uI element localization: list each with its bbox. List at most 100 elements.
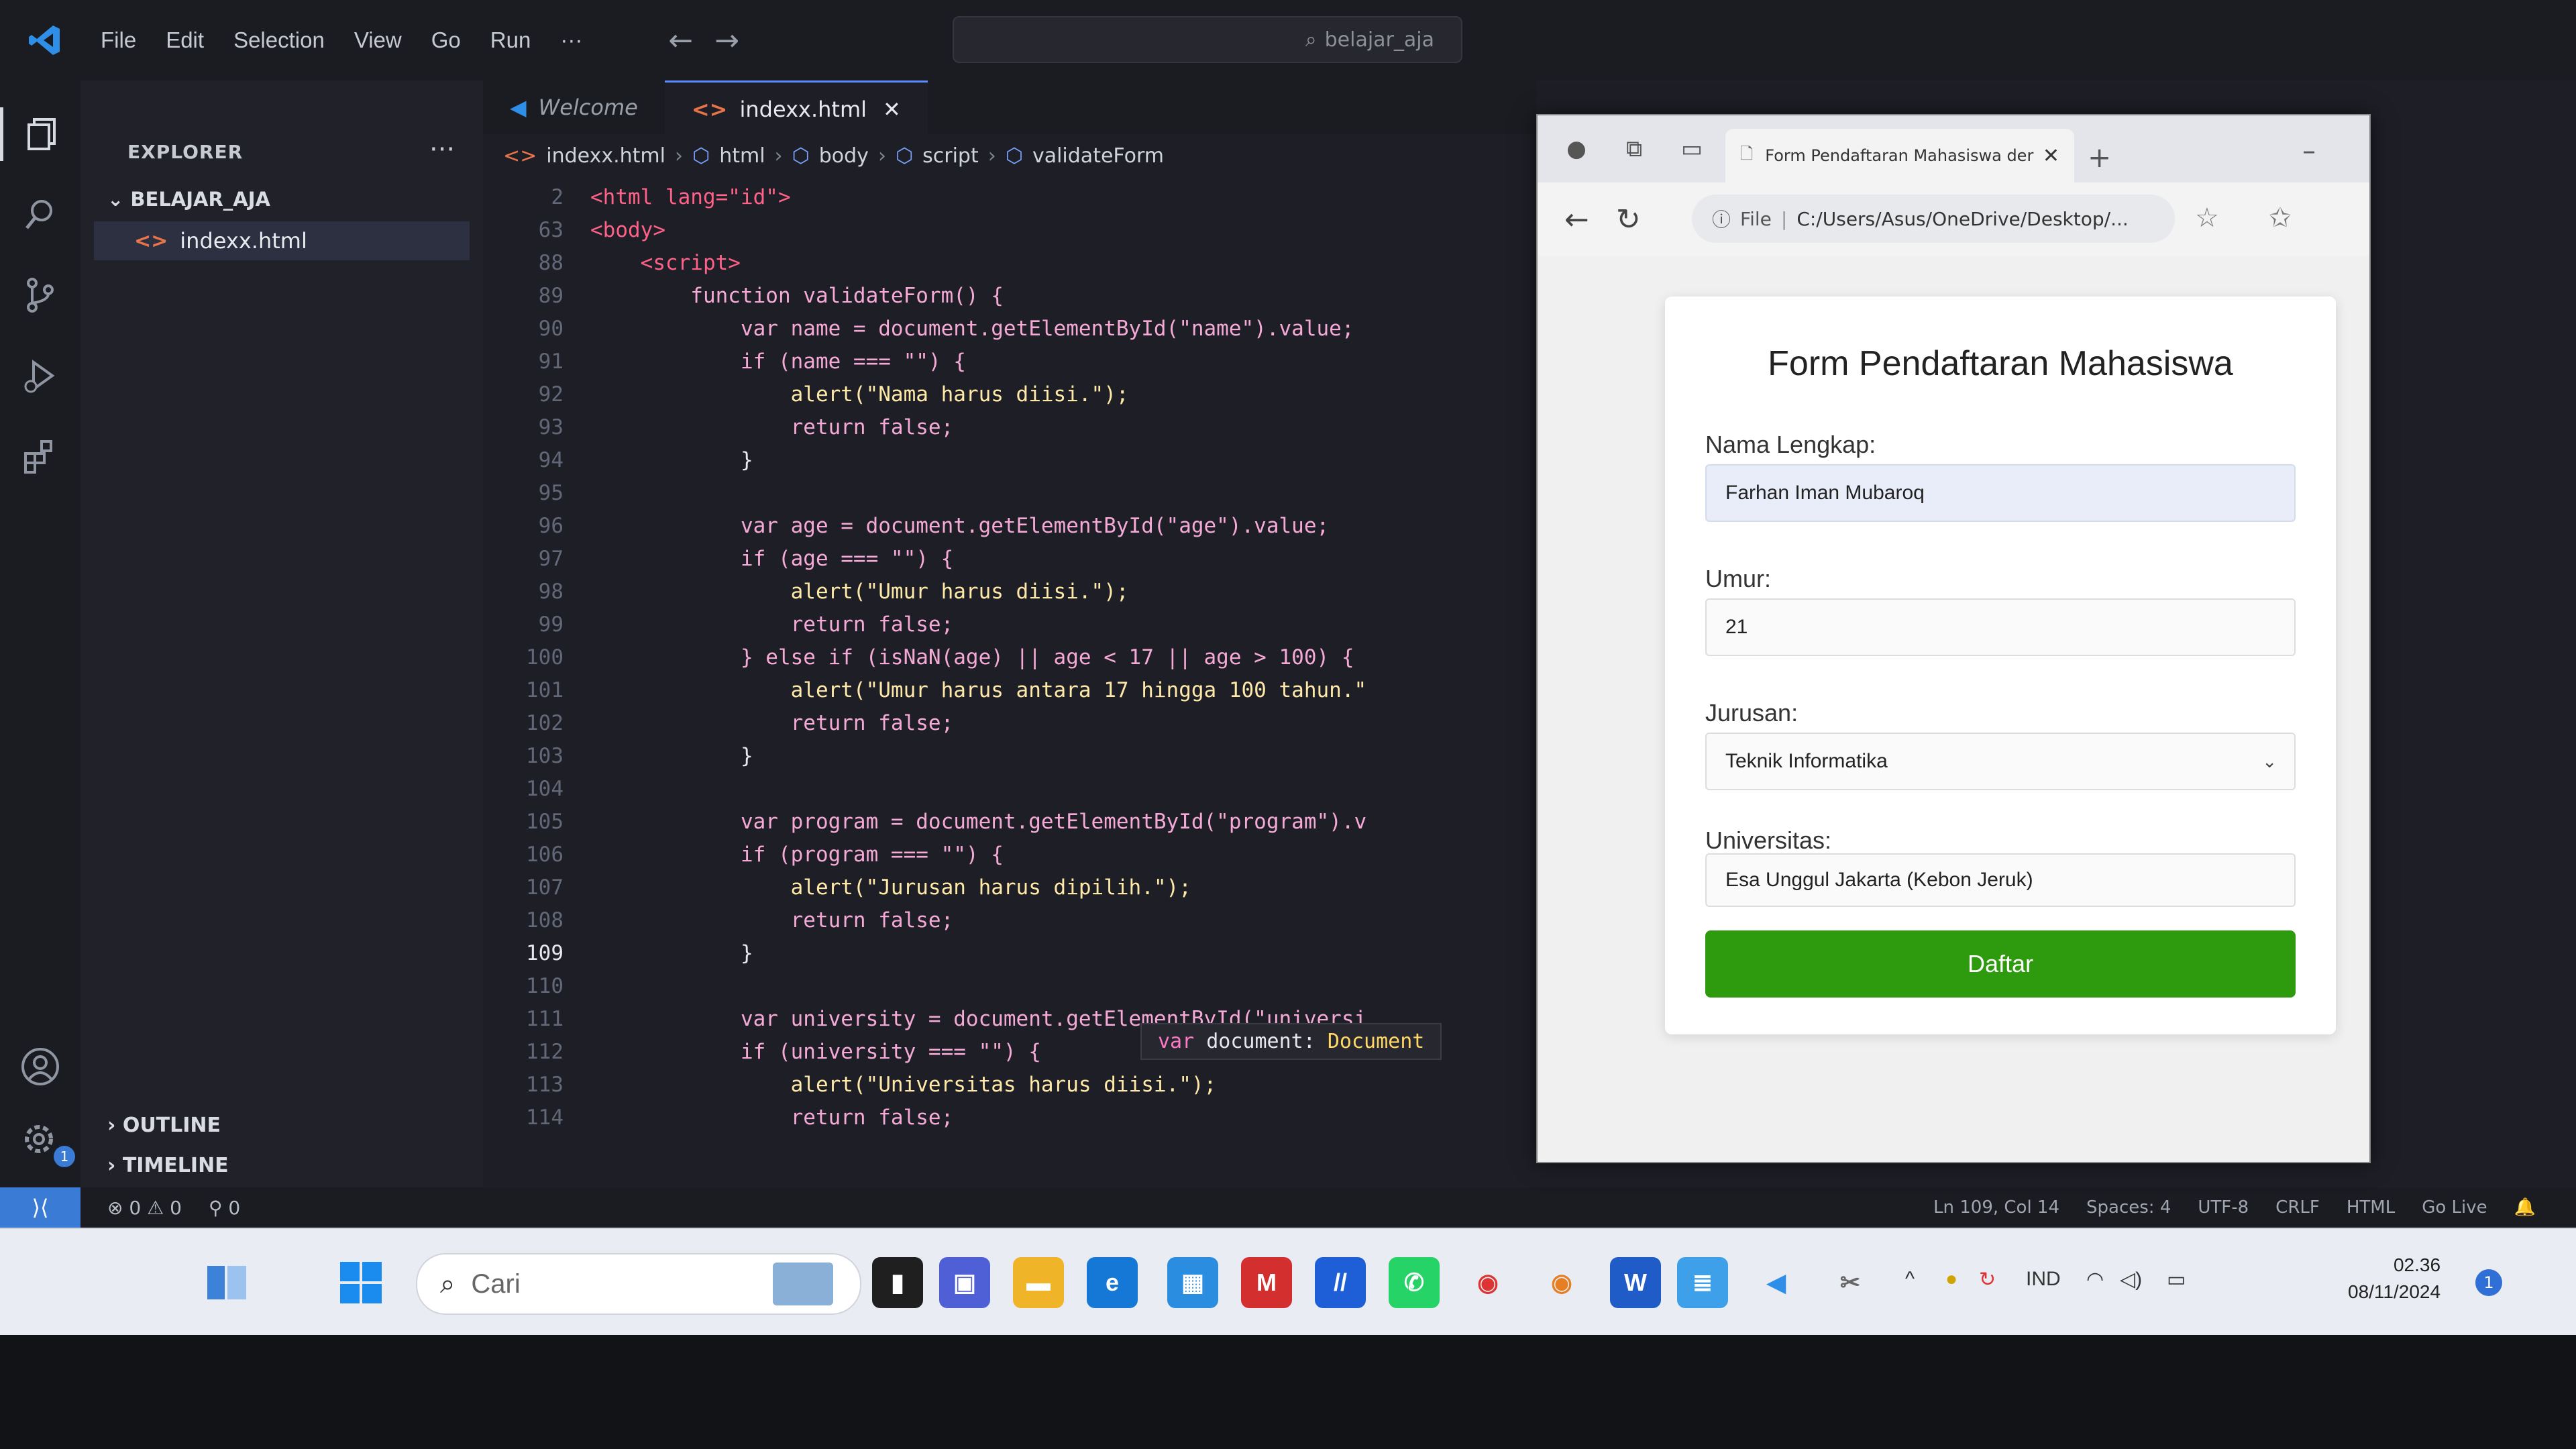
- volume-icon[interactable]: ◁): [2120, 1268, 2142, 1291]
- language-indicator[interactable]: IND: [2026, 1268, 2061, 1291]
- code-line[interactable]: 99 return false;: [483, 608, 1536, 641]
- close-icon[interactable]: ✕: [883, 97, 901, 122]
- favorite-star-icon[interactable]: ☆: [2195, 203, 2219, 233]
- code-line[interactable]: 106 if (program === "") {: [483, 839, 1536, 871]
- clock[interactable]: 02.36 08/11/2024: [2348, 1252, 2440, 1305]
- notepad-icon[interactable]: ≣: [1677, 1257, 1728, 1308]
- code-line[interactable]: 100 } else if (isNaN(age) || age < 17 ||…: [483, 641, 1536, 674]
- collections-icon[interactable]: ⧉: [1615, 130, 1653, 168]
- code-line[interactable]: 108 return false;: [483, 904, 1536, 936]
- code-line[interactable]: 89 function validateForm() {: [483, 280, 1536, 312]
- menu-run[interactable]: Run: [476, 28, 546, 53]
- university-input[interactable]: Esa Unggul Jakarta (Kebon Jeruk): [1705, 853, 2296, 907]
- errors-status[interactable]: ⊗ 0 ⚠ 0: [107, 1197, 182, 1219]
- menu-edit[interactable]: Edit: [151, 28, 219, 53]
- timeline-section[interactable]: › TIMELINE: [107, 1154, 229, 1177]
- code-line[interactable]: 2 <html lang="id">: [483, 181, 1536, 213]
- breadcrumb-item[interactable]: html: [719, 144, 765, 168]
- code-line[interactable]: 96 var age = document.getElementById("ag…: [483, 510, 1536, 542]
- store-icon[interactable]: ▦: [1167, 1257, 1218, 1308]
- forward-arrow-icon[interactable]: →: [704, 23, 750, 58]
- command-center-search[interactable]: ⌕ belajar_aja: [953, 16, 1462, 63]
- code-line[interactable]: 63 <body>: [483, 214, 1536, 246]
- age-input[interactable]: 21: [1705, 598, 2296, 656]
- search-view-icon[interactable]: [13, 188, 67, 241]
- breadcrumb-item[interactable]: validateForm: [1032, 144, 1164, 168]
- submit-button[interactable]: Daftar: [1705, 930, 2296, 998]
- windows-start-icon[interactable]: [335, 1257, 386, 1308]
- ports-status[interactable]: ⚲ 0: [209, 1197, 240, 1219]
- snipping-tool-icon[interactable]: ✂: [1825, 1257, 1876, 1308]
- settings-gear-icon[interactable]: 1: [13, 1114, 75, 1167]
- teams-chat-icon[interactable]: ▣: [939, 1257, 990, 1308]
- cursor-position[interactable]: Ln 109, Col 14: [1933, 1197, 2059, 1218]
- wifi-icon[interactable]: ◠: [2086, 1268, 2104, 1291]
- favorites-icon[interactable]: ✩: [2269, 203, 2292, 233]
- edge-browser-icon[interactable]: e: [1087, 1257, 1138, 1308]
- indent-status[interactable]: Spaces: 4: [2086, 1197, 2171, 1218]
- code-line[interactable]: 102 return false;: [483, 707, 1536, 739]
- new-tab-icon[interactable]: +: [2088, 141, 2111, 174]
- tab-actions-icon[interactable]: ▭: [1673, 130, 1711, 168]
- code-line[interactable]: 88 <script>: [483, 247, 1536, 279]
- notification-badge[interactable]: 1: [2475, 1269, 2502, 1296]
- run-debug-icon[interactable]: [13, 349, 67, 402]
- code-line[interactable]: 95: [483, 477, 1536, 509]
- explorer-icon[interactable]: [0, 107, 80, 161]
- folder-belajar-aja[interactable]: ⌄ BELAJAR_AJA: [107, 188, 270, 211]
- task-view-icon[interactable]: ▮: [872, 1257, 923, 1308]
- code-line[interactable]: 93 return false;: [483, 411, 1536, 443]
- whatsapp-icon[interactable]: ✆: [1389, 1257, 1440, 1308]
- mcafee-icon[interactable]: M: [1241, 1257, 1292, 1308]
- sync-icon[interactable]: ↻: [1979, 1268, 1996, 1291]
- name-input[interactable]: Farhan Iman Mubaroq: [1705, 464, 2296, 522]
- code-line[interactable]: 91 if (name === "") {: [483, 345, 1536, 378]
- code-line[interactable]: 109 }: [483, 937, 1536, 969]
- go-live-button[interactable]: Go Live: [2422, 1197, 2487, 1218]
- code-line[interactable]: 104: [483, 773, 1536, 805]
- profile-icon[interactable]: ●: [1558, 130, 1595, 168]
- taskbar-search[interactable]: ⌕ Cari: [416, 1253, 861, 1315]
- extensions-icon[interactable]: [13, 429, 67, 483]
- code-line[interactable]: 101 alert("Umur harus antara 17 hingga 1…: [483, 674, 1536, 706]
- back-arrow-icon[interactable]: ←: [1564, 203, 1589, 237]
- widgets-icon[interactable]: [201, 1257, 252, 1308]
- remote-icon[interactable]: ⟩⟨: [0, 1187, 80, 1228]
- menu-selection[interactable]: Selection: [219, 28, 339, 53]
- code-line[interactable]: 94 }: [483, 444, 1536, 476]
- file-indexx-html[interactable]: <> indexx.html: [94, 221, 470, 260]
- menu-file[interactable]: File: [86, 28, 151, 53]
- more-actions-icon[interactable]: ···: [429, 134, 455, 165]
- code-line[interactable]: 110: [483, 970, 1536, 1002]
- battery-icon[interactable]: ▭: [2167, 1268, 2186, 1291]
- breadcrumb-item[interactable]: indexx.html: [546, 144, 665, 168]
- app-icon[interactable]: //: [1315, 1257, 1366, 1308]
- breadcrumb-item[interactable]: body: [819, 144, 869, 168]
- chevron-up-icon[interactable]: ^: [1905, 1268, 1915, 1291]
- encoding-status[interactable]: UTF-8: [2198, 1197, 2249, 1218]
- back-arrow-icon[interactable]: ←: [657, 23, 704, 58]
- code-line[interactable]: 98 alert("Umur harus diisi.");: [483, 576, 1536, 608]
- source-control-icon[interactable]: [13, 268, 67, 322]
- menu-go[interactable]: Go: [417, 28, 476, 53]
- code-line[interactable]: 114 return false;: [483, 1102, 1536, 1134]
- language-status[interactable]: HTML: [2347, 1197, 2395, 1218]
- vscode-taskbar-icon[interactable]: ◀: [1751, 1257, 1802, 1308]
- minimize-icon[interactable]: –: [2302, 136, 2316, 166]
- code-line[interactable]: 92 alert("Nama harus diisi.");: [483, 378, 1536, 411]
- word-icon[interactable]: W: [1610, 1257, 1661, 1308]
- breadcrumb-item[interactable]: script: [922, 144, 979, 168]
- close-icon[interactable]: ✕: [2043, 144, 2059, 168]
- tab-welcome[interactable]: ◀ Welcome: [483, 80, 665, 134]
- program-select[interactable]: Teknik Informatika ⌄: [1705, 733, 2296, 790]
- code-line[interactable]: 113 alert("Universitas harus diisi.");: [483, 1069, 1536, 1101]
- accounts-icon[interactable]: [13, 1040, 67, 1093]
- code-line[interactable]: 90 var name = document.getElementById("n…: [483, 313, 1536, 345]
- outline-section[interactable]: › OUTLINE: [107, 1114, 221, 1137]
- address-bar[interactable]: ⓘ File | C:/Users/Asus/OneDrive/Desktop/…: [1692, 195, 2175, 243]
- chrome-canary-icon[interactable]: ◉: [1536, 1257, 1587, 1308]
- menu-view[interactable]: View: [339, 28, 417, 53]
- tray-app-icon[interactable]: ●: [1945, 1268, 1957, 1291]
- code-line[interactable]: 103 }: [483, 740, 1536, 772]
- tab-indexx-html[interactable]: <> indexx.html ✕: [664, 80, 928, 136]
